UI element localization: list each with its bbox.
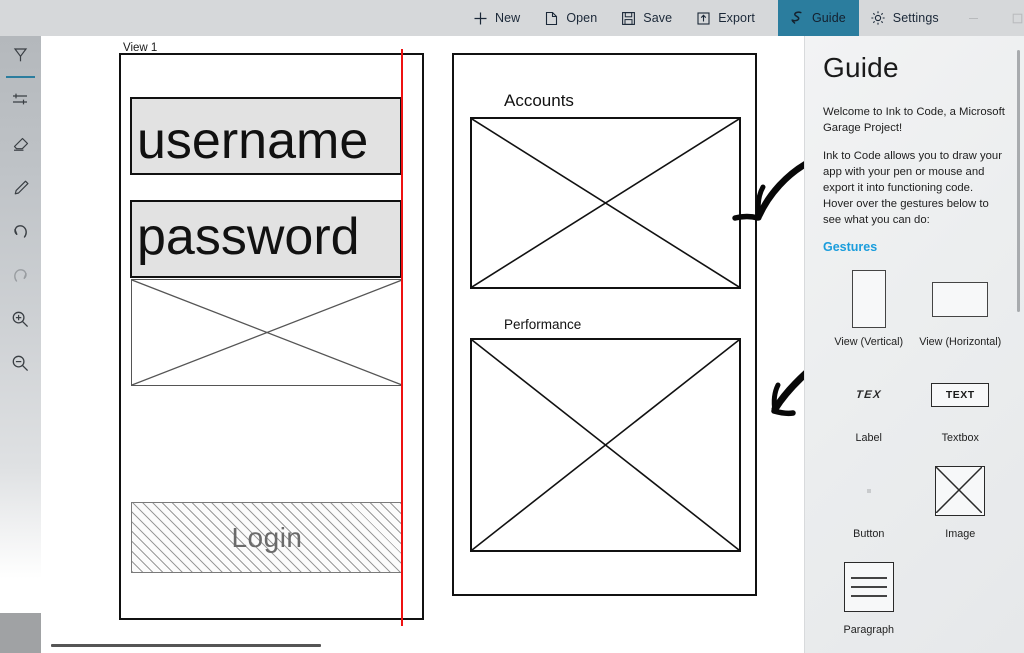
view1-username-text: username xyxy=(137,115,368,167)
gesture-grid: View (Vertical) View (Horizontal) TEX La… xyxy=(823,268,1006,652)
zoom-out-icon xyxy=(10,353,31,379)
export-button[interactable]: Export xyxy=(685,0,768,36)
gesture-label: Textbox xyxy=(942,432,979,444)
tool-rail xyxy=(0,36,41,653)
paragraph-icon xyxy=(844,556,894,618)
sliders-icon xyxy=(11,90,30,114)
guide-paragraph-1: Welcome to Ink to Code, a Microsoft Gara… xyxy=(823,104,1006,136)
image-icon xyxy=(935,460,985,522)
gesture-view-horizontal[interactable]: View (Horizontal) xyxy=(915,268,1007,348)
maximize-button[interactable] xyxy=(996,0,1024,36)
view1-image-placeholder[interactable] xyxy=(131,279,403,386)
gesture-label: View (Vertical) xyxy=(834,336,903,348)
ink-canvas[interactable]: View 1 Contoso username password Login V… xyxy=(41,36,804,653)
pencil-icon xyxy=(11,178,31,203)
title-bar-drag-region xyxy=(0,0,462,36)
tool-undo[interactable] xyxy=(0,212,41,256)
guide-paragraph-2: Ink to Code allows you to draw your app … xyxy=(823,148,1006,228)
button-icon xyxy=(867,460,871,522)
gesture-label: Image xyxy=(945,528,975,540)
label-gesture-sample: TEX xyxy=(855,389,882,401)
folder-open-icon xyxy=(544,11,559,26)
export-icon xyxy=(696,11,711,26)
gesture-label: Label xyxy=(856,432,882,444)
floppy-disk-icon xyxy=(621,11,636,26)
view2-performance-image[interactable] xyxy=(470,338,741,552)
new-button-label: New xyxy=(495,11,520,25)
settings-button[interactable]: Settings xyxy=(859,0,952,36)
minimize-button[interactable] xyxy=(952,0,996,36)
gesture-textbox[interactable]: TEXT Textbox xyxy=(915,364,1007,444)
export-button-label: Export xyxy=(718,11,755,25)
gesture-label: View (Horizontal) xyxy=(919,336,1001,348)
save-button-label: Save xyxy=(643,11,672,25)
tool-stroke-settings[interactable] xyxy=(0,80,41,124)
gesture-label: Paragraph xyxy=(844,624,894,636)
guide-scrollbar[interactable] xyxy=(1017,50,1020,312)
open-button-label: Open xyxy=(566,11,597,25)
gesture-label[interactable]: TEX Label xyxy=(823,364,915,444)
gesture-button[interactable]: Button xyxy=(823,460,915,540)
guide-panel: Guide Welcome to Ink to Code, a Microsof… xyxy=(804,36,1024,653)
gesture-paragraph[interactable]: Paragraph xyxy=(823,556,915,636)
view-horizontal-icon xyxy=(932,268,988,330)
label-text-icon: TEX xyxy=(856,364,882,426)
title-bar: New Open Save Export Guide xyxy=(0,0,1024,36)
gesture-view-vertical[interactable]: View (Vertical) xyxy=(823,268,915,348)
tool-pen[interactable] xyxy=(0,36,41,80)
tool-eraser[interactable] xyxy=(0,124,41,168)
zoom-in-icon xyxy=(10,309,31,335)
view-vertical-icon xyxy=(852,268,886,330)
view2-accounts-image[interactable] xyxy=(470,117,741,289)
view1-login-button[interactable]: Login xyxy=(131,502,403,573)
plus-icon xyxy=(473,11,488,26)
textbox-icon: TEXT xyxy=(931,364,989,426)
annotation-arrow-top xyxy=(717,154,804,239)
new-button[interactable]: New xyxy=(462,0,533,36)
stray-ink-stroke xyxy=(51,644,321,647)
settings-button-label: Settings xyxy=(893,11,939,25)
annotation-arrow-bottom xyxy=(737,361,804,441)
window-controls xyxy=(952,0,1024,36)
view1-login-label: Login xyxy=(231,522,302,554)
guide-button-label: Guide xyxy=(812,11,846,25)
tool-zoom-in[interactable] xyxy=(0,300,41,344)
undo-arrow-icon xyxy=(10,221,31,247)
gesture-label: Button xyxy=(853,528,884,540)
view2-performance-label: Performance xyxy=(504,317,581,332)
guide-gestures-heading: Gestures xyxy=(823,240,1006,254)
textbox-gesture-sample: TEXT xyxy=(931,383,989,407)
eraser-icon xyxy=(11,134,31,159)
gesture-image[interactable]: Image xyxy=(915,460,1007,540)
view1-password-text: password xyxy=(137,211,360,263)
guide-button[interactable]: Guide xyxy=(778,0,859,36)
gear-icon xyxy=(870,10,886,26)
redo-arrow-icon xyxy=(10,265,31,291)
open-button[interactable]: Open xyxy=(533,0,610,36)
tool-zoom-out[interactable] xyxy=(0,344,41,388)
pen-tip-icon xyxy=(11,46,30,70)
guide-title: Guide xyxy=(823,52,1006,84)
save-button[interactable]: Save xyxy=(610,0,685,36)
rail-footer xyxy=(0,613,41,653)
view1-guide-line xyxy=(401,49,403,626)
tool-redo[interactable] xyxy=(0,256,41,300)
ink-stroke-icon xyxy=(789,10,805,26)
app-window: New Open Save Export Guide xyxy=(0,0,1024,653)
tool-pencil[interactable] xyxy=(0,168,41,212)
view2-accounts-label: Accounts xyxy=(504,91,574,111)
